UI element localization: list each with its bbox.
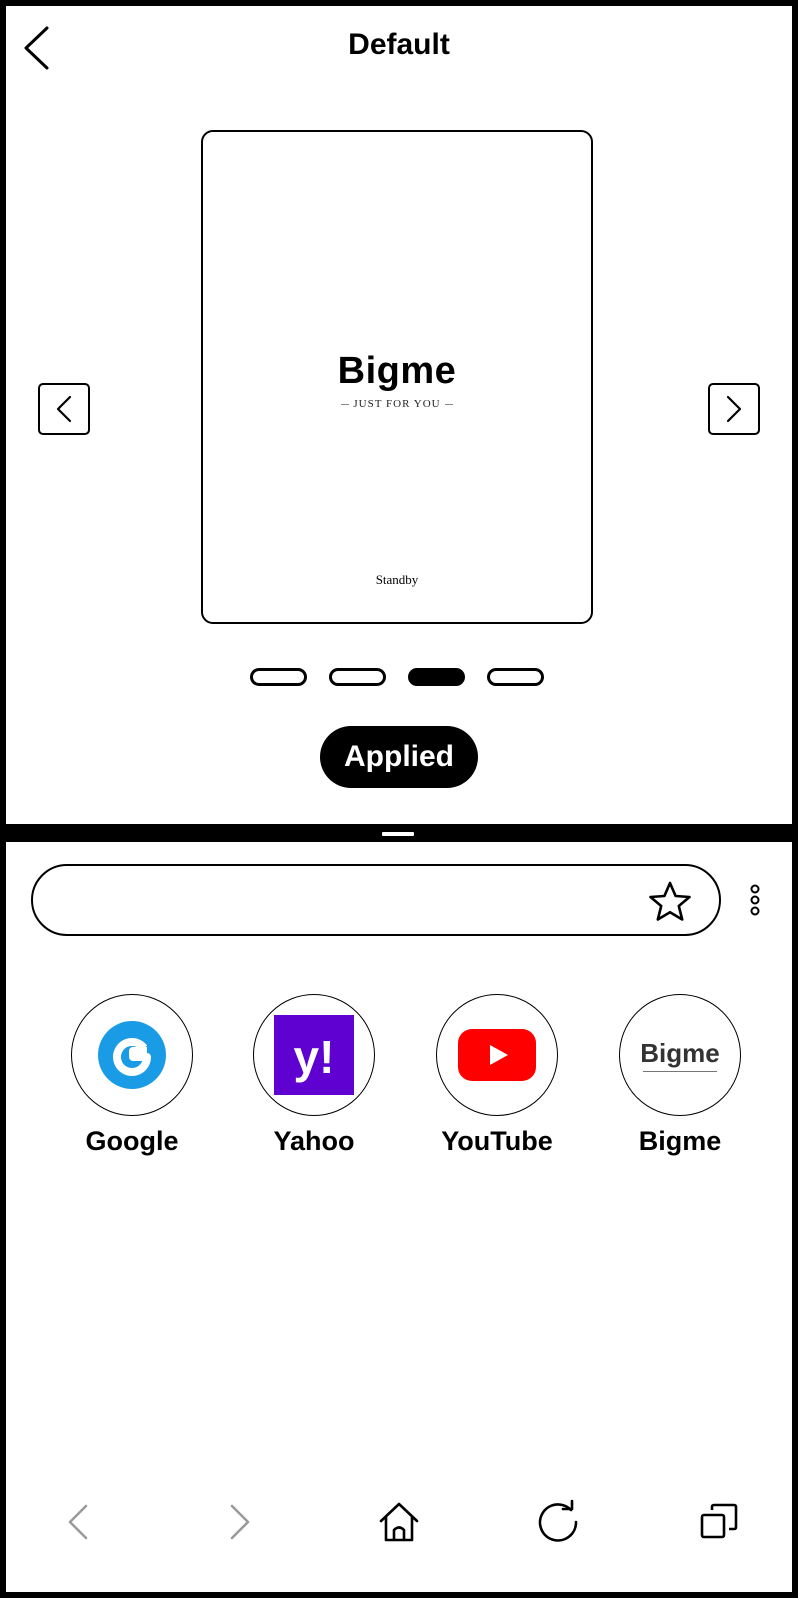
preview-tagline: JUST FOR YOU [203, 398, 591, 410]
chevron-left-icon [68, 1504, 88, 1540]
shortcut-youtube[interactable]: YouTube [422, 994, 572, 1157]
home-icon [379, 1502, 419, 1542]
theme-preview-card: Bigme JUST FOR YOU Standby [201, 130, 593, 624]
chevron-right-icon [230, 1504, 250, 1540]
browser-pane: Google y! Yahoo YouTube Bigme Bigme [6, 842, 792, 1592]
search-input[interactable] [57, 878, 631, 924]
shortcut-label: Google [85, 1126, 179, 1156]
shortcut-google[interactable]: Google [57, 994, 207, 1157]
carousel-indicator [250, 668, 544, 688]
chevron-left-icon [56, 395, 72, 423]
shortcut-grid: Google y! Yahoo YouTube Bigme Bigme [6, 994, 792, 1174]
bigme-logo-icon: Bigme [640, 1037, 720, 1072]
shortcut-icon-frame: y! [253, 994, 375, 1116]
preview-status-text: Standby [375, 572, 419, 587]
preview-logo: Bigme [337, 350, 457, 392]
carousel-dot[interactable] [329, 668, 386, 686]
bookmark-button[interactable] [647, 879, 693, 925]
shortcut-label: YouTube [441, 1126, 553, 1156]
shortcut-label: Yahoo [273, 1126, 355, 1156]
browser-forward-button[interactable] [208, 1492, 268, 1552]
star-icon [649, 881, 691, 921]
shortcut-yahoo[interactable]: y! Yahoo [239, 994, 389, 1157]
reload-button[interactable] [528, 1492, 588, 1552]
carousel-dot[interactable] [487, 668, 544, 686]
yahoo-icon: y! [274, 1015, 354, 1095]
applied-button[interactable]: Applied [320, 726, 478, 788]
more-vertical-icon [750, 884, 760, 916]
carousel-dot[interactable] [250, 668, 307, 686]
youtube-icon [458, 1029, 536, 1081]
carousel-dot-active[interactable] [408, 668, 465, 686]
browser-toolbar [6, 1482, 792, 1562]
next-theme-button[interactable] [708, 383, 760, 435]
previous-theme-button[interactable] [38, 383, 90, 435]
more-menu-button[interactable] [740, 868, 770, 932]
svg-text:y!: y! [294, 1031, 335, 1083]
browser-back-button[interactable] [50, 1492, 110, 1552]
shortcut-icon-frame [436, 994, 558, 1116]
refresh-icon [538, 1499, 578, 1542]
address-bar[interactable] [31, 864, 721, 936]
shortcut-icon-frame: Bigme [619, 994, 741, 1116]
bigme-logo-text: Bigme [640, 1037, 720, 1068]
shortcut-label: Bigme [638, 1126, 722, 1156]
shortcut-bigme[interactable]: Bigme Bigme [605, 994, 755, 1157]
theme-preview-pane: Default Bigme JUST FOR YOU Standby Appli… [6, 6, 792, 824]
home-button[interactable] [369, 1492, 429, 1552]
split-screen-handle[interactable] [382, 832, 414, 836]
shortcut-icon-frame [71, 994, 193, 1116]
tabs-icon [700, 1503, 738, 1539]
preview-tagline-text: JUST FOR YOU [353, 398, 441, 410]
page-title: Default [348, 28, 450, 61]
tabs-button[interactable] [689, 1492, 749, 1552]
chevron-right-icon [726, 395, 742, 423]
google-icon [98, 1021, 166, 1089]
